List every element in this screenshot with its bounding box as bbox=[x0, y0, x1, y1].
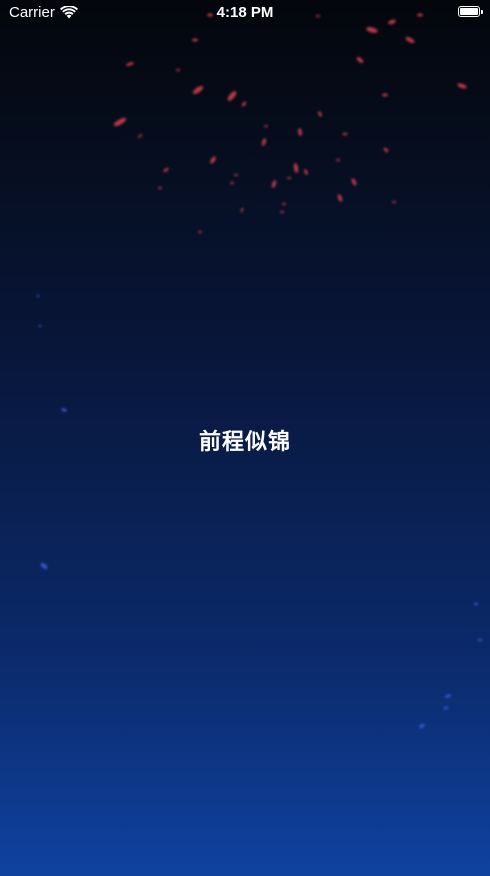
status-bar: Carrier 4:18 PM bbox=[0, 0, 490, 26]
splash-screen: Carrier 4:18 PM 前程似锦 bbox=[0, 0, 490, 876]
battery-icon bbox=[458, 6, 483, 17]
status-time: 4:18 PM bbox=[216, 4, 274, 21]
battery-level-fill bbox=[460, 8, 478, 15]
splash-title: 前程似锦 bbox=[198, 430, 291, 455]
